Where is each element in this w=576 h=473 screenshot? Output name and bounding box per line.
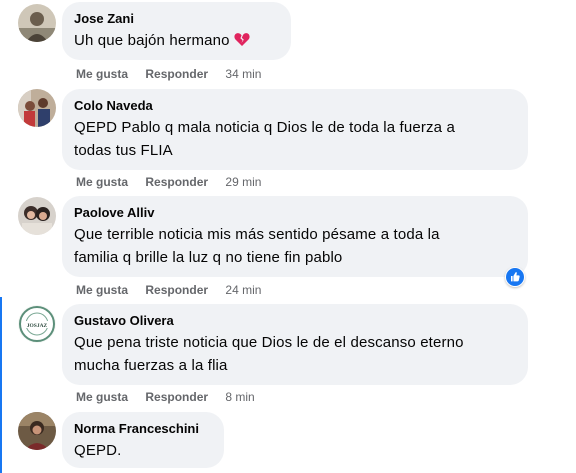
comment-text: Que pena triste noticia que Dios le de e… xyxy=(74,331,516,377)
comment-timestamp[interactable]: 29 min xyxy=(225,175,261,189)
like-reaction-icon[interactable] xyxy=(505,267,525,287)
reply-button[interactable]: Responder xyxy=(145,390,208,404)
avatar-logo-text: JOSJAZ xyxy=(27,323,48,329)
comment-author[interactable]: Jose Zani xyxy=(74,10,279,27)
comment-bubble: Gustavo Olivera Que pena triste noticia … xyxy=(62,304,528,385)
comment-text: Que terrible noticia mis más sentido pés… xyxy=(74,223,516,269)
comment-bubble: Norma Franceschini QEPD. xyxy=(62,412,224,468)
comment-text-line: QEPD Pablo q mala noticia q Dios le de t… xyxy=(74,119,455,136)
like-button[interactable]: Me gusta xyxy=(76,390,128,404)
comment-timestamp[interactable]: 8 min xyxy=(225,390,254,404)
comment-bubble: Colo Naveda QEPD Pablo q mala noticia q … xyxy=(62,89,528,170)
avatar[interactable] xyxy=(18,412,56,450)
reply-button[interactable]: Responder xyxy=(145,67,208,81)
comment-author[interactable]: Paolove Alliv xyxy=(74,204,516,221)
comment-text-line: Que pena triste noticia que Dios le de e… xyxy=(74,334,464,351)
comments-section: Jose Zani Uh que bajón hermano Me gusta … xyxy=(0,0,576,473)
comment-text-line: Que terrible noticia mis más sentido pés… xyxy=(74,226,440,243)
comment-text-line: todas tus FLIA xyxy=(74,142,173,159)
comment-actions: Me gusta Responder 34 min xyxy=(76,67,261,81)
comment-author[interactable]: Norma Franceschini xyxy=(74,420,212,437)
like-button[interactable]: Me gusta xyxy=(76,67,128,81)
comment-text: QEPD. xyxy=(74,439,212,462)
comment-text-line: QEPD. xyxy=(74,442,122,459)
comment-bubble: Paolove Alliv Que terrible noticia mis m… xyxy=(62,196,528,277)
reply-button[interactable]: Responder xyxy=(145,175,208,189)
comment-author[interactable]: Gustavo Olivera xyxy=(74,312,516,329)
comment-timestamp[interactable]: 34 min xyxy=(225,67,261,81)
reply-button[interactable]: Responder xyxy=(145,283,208,297)
like-button[interactable]: Me gusta xyxy=(76,283,128,297)
comment-timestamp[interactable]: 24 min xyxy=(225,283,261,297)
avatar[interactable] xyxy=(18,4,56,42)
broken-heart-icon xyxy=(234,31,250,54)
avatar[interactable]: JOSJAZ xyxy=(18,305,56,343)
comment-text: QEPD Pablo q mala noticia q Dios le de t… xyxy=(74,116,516,162)
comment-actions: Me gusta Responder 24 min xyxy=(76,283,261,297)
comment-text-line: Uh que bajón hermano xyxy=(74,32,230,49)
comment-bubble: Jose Zani Uh que bajón hermano xyxy=(62,2,291,60)
avatar[interactable] xyxy=(18,89,56,127)
comment-text-line: mucha fuerzas a la flia xyxy=(74,357,228,374)
comment-actions: Me gusta Responder 29 min xyxy=(76,175,261,189)
comment-actions: Me gusta Responder 8 min xyxy=(76,390,255,404)
avatar[interactable] xyxy=(18,197,56,235)
comment-text: Uh que bajón hermano xyxy=(74,29,279,54)
comment-author[interactable]: Colo Naveda xyxy=(74,97,516,114)
like-button[interactable]: Me gusta xyxy=(76,175,128,189)
comment-text-line: familia q brille la luz q no tiene fin p… xyxy=(74,249,343,266)
reply-thread-line xyxy=(0,297,2,473)
